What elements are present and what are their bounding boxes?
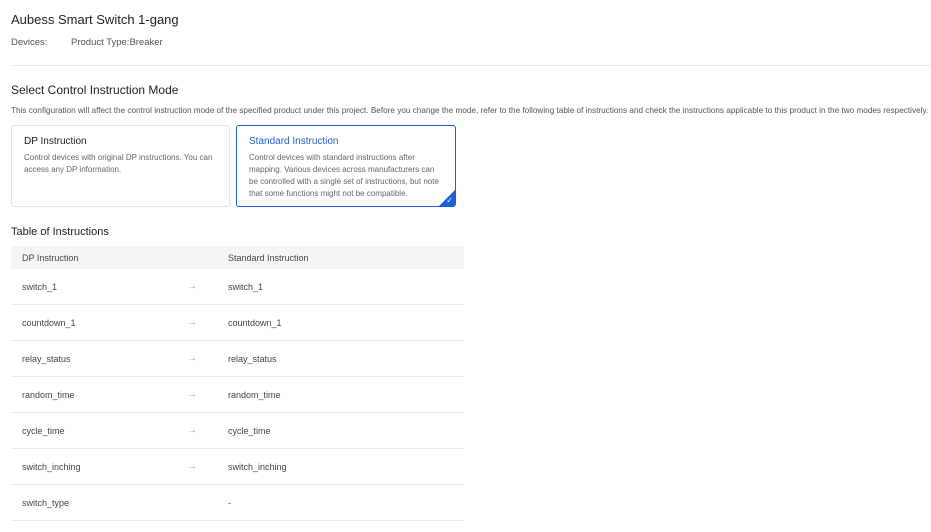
page: Aubess Smart Switch 1-gang Devices: Prod… [0, 0, 931, 532]
card-description: Control devices with standard instructio… [249, 153, 439, 198]
standard-cell: - [228, 497, 231, 508]
standard-cell: random_time [228, 389, 281, 400]
dp-cell: relay_status [22, 353, 71, 364]
standard-cell: countdown_1 [228, 317, 282, 328]
dp-cell: switch_1 [22, 281, 58, 292]
column-header-dp: DP Instruction [22, 252, 79, 263]
arrow-right-icon: → [187, 353, 197, 364]
table-row: cycle_time → cycle_time [11, 413, 464, 449]
arrow-right-icon: → [187, 317, 197, 328]
table-header: DP Instruction Standard Instruction [11, 246, 464, 269]
dp-cell: random_time [22, 389, 75, 400]
mode-section-description: This configuration will affect the contr… [11, 106, 929, 115]
header-divider [11, 65, 931, 66]
table-row: relay_status → relay_status [11, 341, 464, 377]
product-meta: Devices: Product Type:Breaker [11, 37, 163, 48]
column-header-standard: Standard Instruction [228, 252, 309, 263]
table-row: switch_type - [11, 485, 464, 521]
checkmark-icon: ✓ [446, 196, 453, 205]
arrow-right-icon: → [187, 389, 197, 400]
dp-cell: switch_type [22, 497, 70, 508]
product-type: Product Type:Breaker [71, 37, 163, 48]
table-row: countdown_1 → countdown_1 [11, 305, 464, 341]
standard-cell: switch_1 [228, 281, 264, 292]
dp-cell: countdown_1 [22, 317, 76, 328]
instructions-table: DP Instruction Standard Instruction swit… [11, 246, 464, 521]
table-row: switch_inching → switch_inching [11, 449, 464, 485]
standard-cell: cycle_time [228, 425, 271, 436]
devices-label: Devices: [11, 37, 48, 48]
standard-cell: switch_inching [228, 461, 287, 472]
table-title: Table of Instructions [11, 226, 109, 238]
dp-instruction-card[interactable]: DP Instruction Control devices with orig… [11, 125, 230, 207]
arrow-right-icon: → [187, 425, 197, 436]
arrow-right-icon: → [187, 281, 197, 292]
table-row: random_time → random_time [11, 377, 464, 413]
standard-cell: relay_status [228, 353, 277, 364]
standard-instruction-card[interactable]: Standard Instruction Control devices wit… [236, 125, 456, 207]
dp-cell: switch_inching [22, 461, 81, 472]
card-title: Standard Instruction [249, 136, 339, 147]
arrow-right-icon: → [187, 461, 197, 472]
product-title: Aubess Smart Switch 1-gang [11, 12, 179, 27]
card-description: Control devices with original DP instruc… [24, 153, 213, 174]
card-title: DP Instruction [24, 136, 87, 147]
table-row: switch_1 → switch_1 [11, 269, 464, 305]
dp-cell: cycle_time [22, 425, 65, 436]
mode-section-title: Select Control Instruction Mode [11, 83, 179, 97]
